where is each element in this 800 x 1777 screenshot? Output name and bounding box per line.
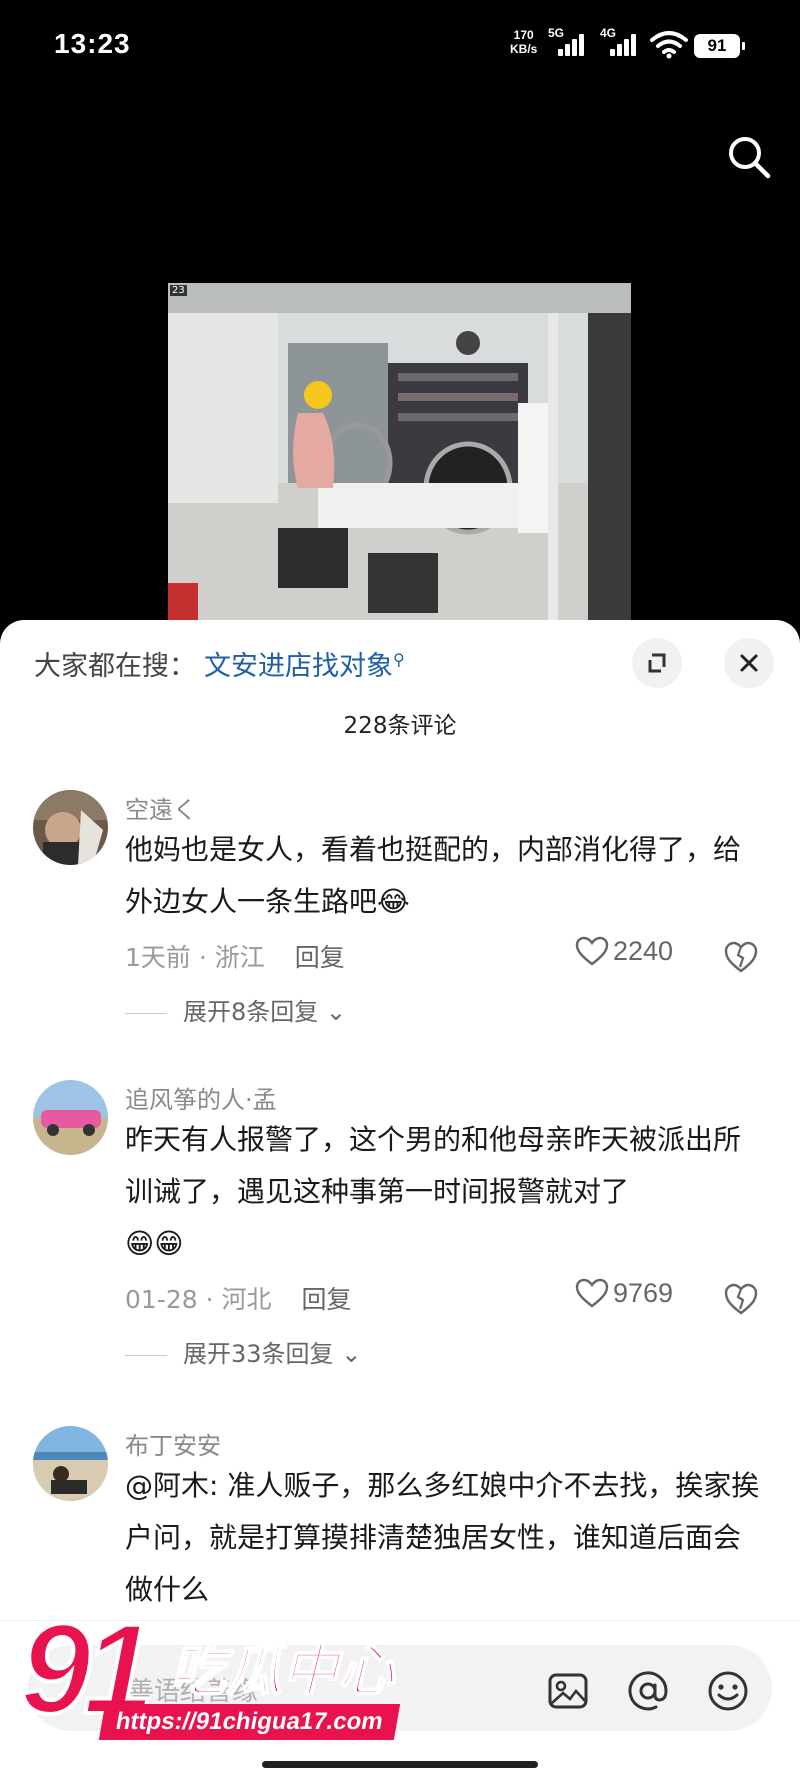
close-button[interactable] (724, 638, 774, 688)
expand-replies-label: 展开8条回复 (183, 998, 319, 1026)
heart-icon (575, 1278, 609, 1308)
expand-button[interactable] (632, 638, 682, 688)
watermark-logo: 91 吃瓜中心 https://91chigua17.com (18, 1596, 440, 1750)
signal-bars-icon (558, 34, 586, 56)
battery-level: 91 (694, 34, 745, 58)
comment-time-location: 1天前 · 浙江 (125, 943, 265, 972)
comment-item: 追风筝的人·孟 昨天有人报警了，这个男的和他母亲昨天被派出所训诫了，遇见这种事第… (0, 1080, 800, 1420)
heart-icon (575, 936, 609, 966)
comment-text-body: 昨天有人报警了，这个男的和他母亲昨天被派出所训诫了，遇见这种事第一时间报警就对了 (125, 1123, 742, 1208)
search-small-icon: ⚲ (393, 650, 405, 669)
image-icon[interactable] (546, 1669, 590, 1713)
comment-count: 228条评论 (343, 713, 457, 739)
net-speed-unit: KB/s (510, 42, 538, 56)
grinning-emoji: 😁😁 (125, 1227, 184, 1260)
avatar[interactable] (33, 790, 108, 865)
comment-meta: 01-28 · 河北 回复 (125, 1280, 352, 1316)
at-icon[interactable] (626, 1669, 670, 1713)
comment-username[interactable]: 空遠く (125, 790, 197, 825)
like-count: 9769 (613, 1278, 674, 1308)
hot-search-label: 大家都在搜： (34, 651, 196, 682)
signal-5g: 5G (548, 26, 586, 60)
close-icon (740, 654, 758, 672)
home-indicator[interactable] (262, 1761, 538, 1768)
like-count: 2240 (613, 936, 674, 966)
hot-search-row: 大家都在搜： 文安进店找对象⚲ (34, 644, 405, 683)
comment-time-location: 01-28 · 河北 (125, 1285, 272, 1314)
status-time: 13:23 (54, 28, 131, 59)
comment-text: 他妈也是女人，看着也挺配的，内部消化得了，给外边女人一条生路吧😂 (125, 824, 765, 928)
avatar[interactable] (33, 1426, 108, 1501)
comment-meta: 1天前 · 浙江 回复 (125, 938, 345, 974)
reply-button[interactable]: 回复 (302, 1285, 352, 1314)
video-player[interactable]: 23 (168, 283, 631, 628)
broken-heart-icon[interactable] (723, 940, 759, 974)
expand-replies-button[interactable]: 展开33条回复 ⌄ (125, 1334, 361, 1369)
signal-4g: 4G (600, 26, 638, 60)
avatar[interactable] (33, 1080, 108, 1155)
reply-button[interactable]: 回复 (295, 943, 345, 972)
hot-search-keyword[interactable]: 文安进店找对象 (204, 651, 393, 682)
status-bar: 13:23 170 KB/s 5G 4G 91 (0, 0, 800, 95)
watermark-url: https://91chigua17.com (98, 1704, 400, 1740)
expand-icon (648, 653, 666, 673)
comment-text-body: 他妈也是女人，看着也挺配的，内部消化得了，给外边女人一条生路吧 (125, 833, 742, 918)
net-speed-value: 170 (513, 28, 534, 42)
net-speed: 170 KB/s (510, 28, 537, 56)
wifi-icon (650, 31, 688, 59)
search-icon[interactable] (724, 132, 774, 182)
comment-text: 昨天有人报警了，这个男的和他母亲昨天被派出所训诫了，遇见这种事第一时间报警就对了… (125, 1114, 765, 1270)
chevron-down-icon: ⌄ (341, 1340, 362, 1368)
comment-item: 空遠く 他妈也是女人，看着也挺配的，内部消化得了，给外边女人一条生路吧😂 1天前… (0, 790, 800, 1090)
watermark-name: 吃瓜中心 (169, 1638, 395, 1705)
comment-text: @阿木: 准人贩子，那么多红娘中介不去找，挨家挨户问，就是打算摸排清楚独居女性，… (125, 1469, 760, 1606)
chevron-down-icon: ⌄ (325, 998, 347, 1026)
comment-username[interactable]: 追风筝的人·孟 (125, 1080, 277, 1115)
like-button[interactable]: 2240 (575, 936, 673, 967)
comment-username[interactable]: 布丁安安 (125, 1426, 221, 1461)
emoji-icon[interactable] (706, 1669, 750, 1713)
expand-replies-button[interactable]: 展开8条回复 ⌄ (125, 992, 346, 1027)
expand-replies-label: 展开33条回复 (183, 1340, 334, 1368)
laughing-emoji: 😂 (377, 885, 410, 918)
video-frame-image (168, 283, 631, 628)
video-frame-label: 23 (170, 285, 187, 296)
like-button[interactable]: 9769 (575, 1278, 673, 1309)
broken-heart-icon[interactable] (723, 1282, 759, 1316)
signal-bars-icon (610, 34, 638, 56)
